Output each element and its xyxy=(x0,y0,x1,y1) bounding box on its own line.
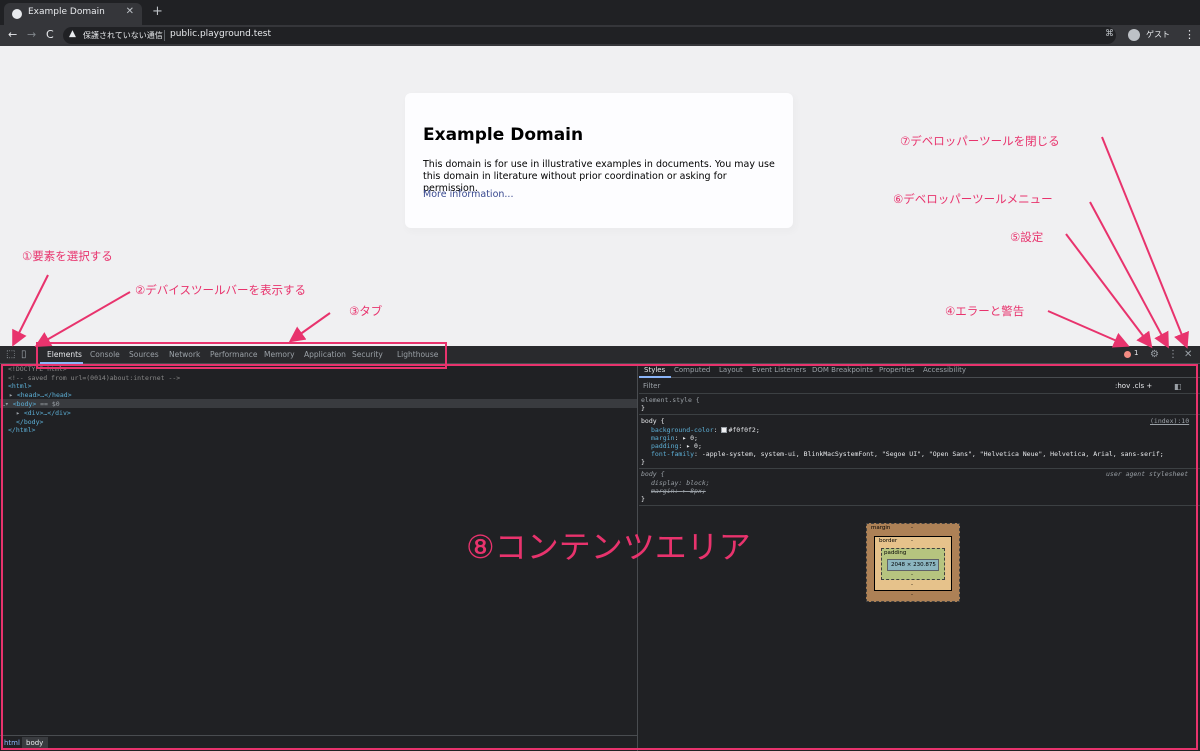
content-area-highlight-box xyxy=(1,364,1198,750)
browser-tab[interactable]: Example Domain ✕ xyxy=(4,3,142,25)
globe-icon xyxy=(12,9,22,19)
callout-select-element: ①要素を選択する xyxy=(22,249,113,263)
forward-button[interactable]: → xyxy=(27,28,36,42)
callout-tabs: ③タブ xyxy=(349,304,383,318)
new-tab-button[interactable]: + xyxy=(152,5,163,18)
error-count: 1 xyxy=(1134,349,1139,357)
tab-title: Example Domain xyxy=(28,7,105,17)
avatar xyxy=(1128,29,1140,41)
tab-strip: Example Domain ✕ + xyxy=(0,0,1200,25)
callout-close-devtools: ⑦デベロッパーツールを閉じる xyxy=(900,134,1060,148)
page-title: Example Domain xyxy=(423,125,584,145)
callout-settings: ⑤設定 xyxy=(1010,230,1044,244)
settings-gear-icon[interactable]: ⚙ xyxy=(1150,348,1159,362)
translate-icon[interactable]: ⌘ xyxy=(1105,29,1114,39)
inspect-element-icon[interactable]: ⬚ xyxy=(6,348,15,362)
devtools-menu-icon[interactable]: ⋮ xyxy=(1168,348,1178,362)
profile-label: ゲスト xyxy=(1146,30,1170,39)
warning-icon[interactable]: ▲ xyxy=(69,29,76,39)
browser-toolbar: ← → C ▲ 保護されていない通信 public.playground.tes… xyxy=(0,25,1200,46)
tab-close-icon[interactable]: ✕ xyxy=(126,6,134,17)
profile-button[interactable]: ゲスト xyxy=(1124,28,1174,43)
error-icon xyxy=(1124,351,1131,358)
callout-errors-warnings: ④エラーと警告 xyxy=(945,304,1025,318)
callout-devtools-menu: ⑥デベロッパーツールメニュー xyxy=(893,192,1053,206)
reload-button[interactable]: C xyxy=(46,28,54,42)
more-information-link[interactable]: More information... xyxy=(423,189,513,200)
security-label[interactable]: 保護されていない通信 xyxy=(83,30,163,41)
url-text[interactable]: public.playground.test xyxy=(170,29,271,39)
address-bar[interactable]: ▲ 保護されていない通信 public.playground.test ⌘ xyxy=(63,27,1116,44)
back-button[interactable]: ← xyxy=(8,28,17,42)
content-card: Example Domain This domain is for use in… xyxy=(405,93,793,228)
screenshot-root: { "browser": { "tab_title": "Example Dom… xyxy=(0,0,1200,751)
chrome-menu-icon[interactable]: ⋮ xyxy=(1184,28,1195,41)
error-badge[interactable]: 1 xyxy=(1124,349,1140,360)
device-toolbar-icon[interactable]: ▯ xyxy=(21,348,27,362)
omnibox-divider xyxy=(164,30,165,41)
close-devtools-icon[interactable]: ✕ xyxy=(1184,348,1192,362)
callout-device-toolbar: ②デバイスツールバーを表示する xyxy=(135,283,306,297)
